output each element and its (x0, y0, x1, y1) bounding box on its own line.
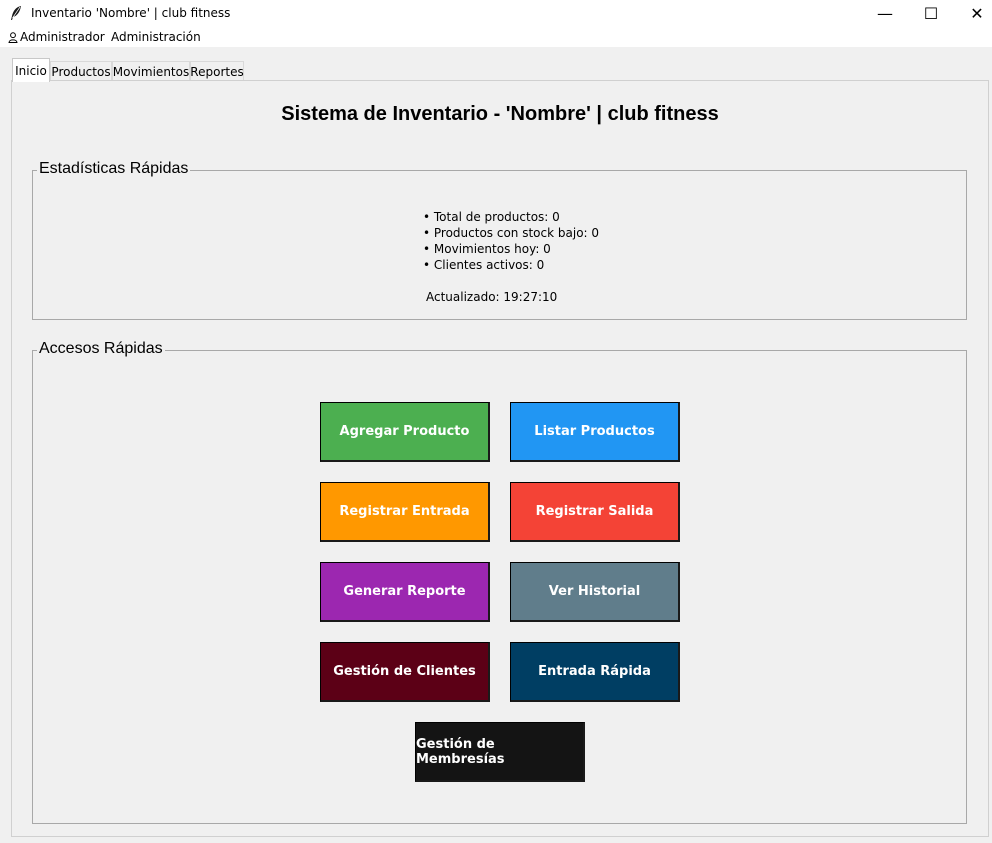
tab-strip: Inicio Productos Movimientos Reportes (0, 47, 992, 82)
page-title: Sistema de Inventario - 'Nombre' | club … (281, 103, 719, 125)
updated-timestamp: Actualizado: 19:27:10 (426, 290, 558, 304)
window-title: Inventario 'Nombre' | club fitness (31, 6, 231, 20)
minimize-button[interactable]: — (862, 0, 908, 27)
registrar-entrada-label: Registrar Entrada (339, 504, 470, 519)
gestion-clientes-label: Gestión de Clientes (333, 664, 476, 679)
minimize-icon: — (877, 4, 893, 23)
stat-active-clients: • Clientes activos: 0 (423, 258, 545, 272)
gestion-membresias-label: Gestión de Membresías (416, 736, 505, 767)
gestion-membresias-button[interactable]: Gestión de Membresías (415, 722, 585, 782)
ver-historial-label: Ver Historial (548, 584, 641, 599)
tab-movimientos-label: Movimientos (112, 64, 190, 79)
close-button[interactable]: ✕ (954, 0, 992, 27)
listar-productos-label: Listar Productos (534, 424, 655, 439)
maximize-icon: ☐ (923, 4, 939, 23)
tab-productos[interactable]: Productos (50, 61, 112, 81)
stat-total-products: • Total de productos: 0 (423, 210, 560, 224)
registrar-entrada-button[interactable]: Registrar Entrada (320, 482, 490, 542)
ver-historial-button[interactable]: Ver Historial (510, 562, 680, 622)
agregar-producto-label: Agregar Producto (339, 424, 470, 439)
menu-administrador[interactable]: Administrador (8, 30, 105, 44)
menu-administrador-label: Administrador (20, 30, 105, 44)
stats-group: Estadísticas Rápidas • Total de producto… (32, 160, 967, 320)
registrar-salida-label: Registrar Salida (535, 504, 654, 519)
listar-productos-button[interactable]: Listar Productos (510, 402, 680, 462)
generar-reporte-button[interactable]: Generar Reporte (320, 562, 490, 622)
maximize-button[interactable]: ☐ (908, 0, 954, 27)
title-bar: Inventario 'Nombre' | club fitness — ☐ ✕ (0, 0, 992, 27)
gestion-clientes-button[interactable]: Gestión de Clientes (320, 642, 490, 702)
stat-movements-today: • Movimientos hoy: 0 (423, 242, 551, 256)
registrar-salida-button[interactable]: Registrar Salida (510, 482, 680, 542)
stats-group-label: Estadísticas Rápidas (37, 160, 191, 178)
menu-bar: Administrador Administración (0, 27, 992, 47)
agregar-producto-button[interactable]: Agregar Producto (320, 402, 490, 462)
tab-reportes-label: Reportes (190, 64, 244, 79)
close-icon: ✕ (970, 4, 984, 23)
menu-administracion[interactable]: Administración (111, 30, 201, 44)
user-icon (8, 31, 18, 43)
tab-movimientos[interactable]: Movimientos (112, 61, 190, 81)
tab-productos-label: Productos (51, 64, 111, 79)
feather-icon (11, 6, 21, 20)
tab-inicio-label: Inicio (15, 63, 47, 78)
menu-administracion-label: Administración (111, 30, 201, 44)
tab-inicio[interactable]: Inicio (12, 58, 50, 82)
generar-reporte-label: Generar Reporte (343, 584, 466, 599)
entrada-rapida-label: Entrada Rápida (538, 664, 651, 679)
stat-low-stock: • Productos con stock bajo: 0 (423, 226, 600, 240)
tab-reportes[interactable]: Reportes (190, 61, 244, 81)
quick-access-group-label: Accesos Rápidas (37, 340, 165, 358)
stats-list: • Total de productos: 0 • Productos con … (423, 209, 599, 273)
entrada-rapida-button[interactable]: Entrada Rápida (510, 642, 680, 702)
